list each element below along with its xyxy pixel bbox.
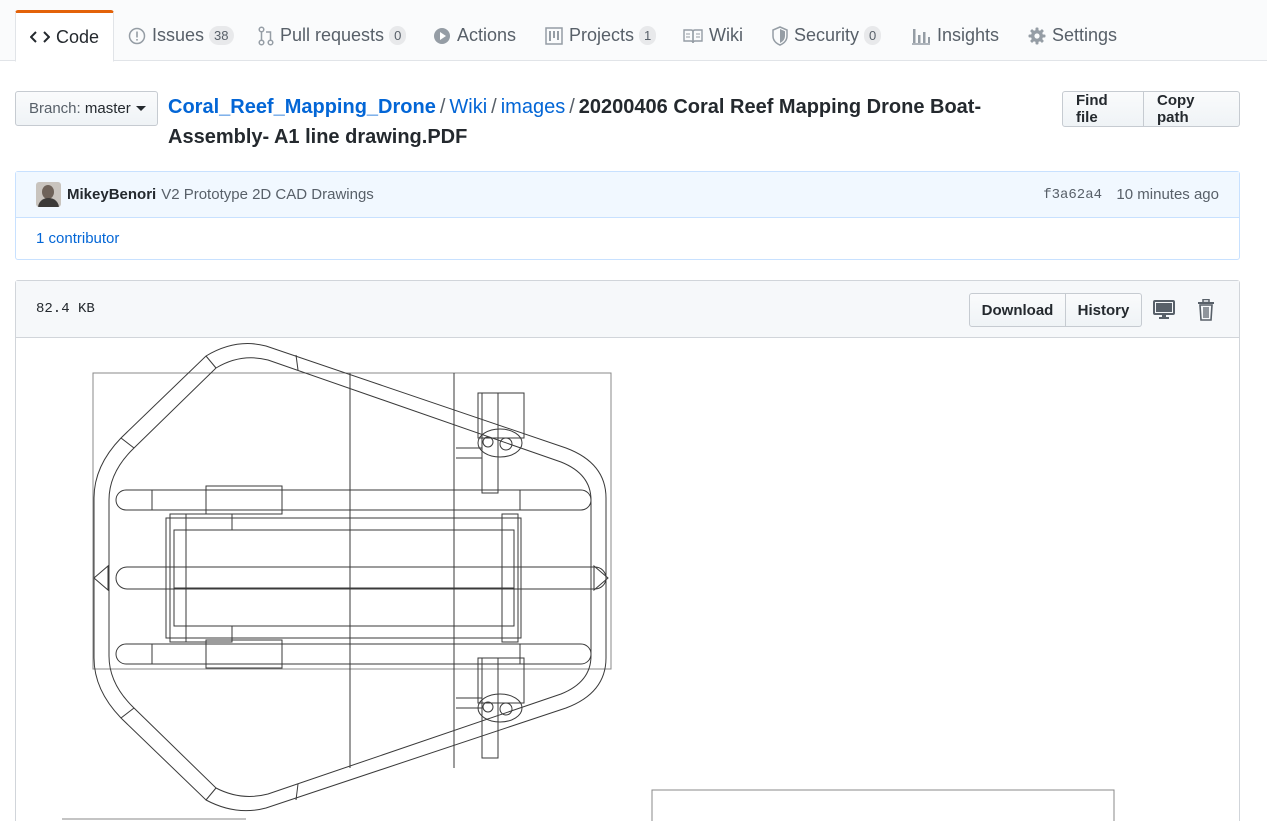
tab-security[interactable]: Security 0 — [758, 10, 895, 61]
branch-prefix: Branch: — [29, 100, 81, 117]
tab-actions[interactable]: Actions — [419, 10, 530, 61]
graph-icon — [911, 27, 931, 45]
tab-settings[interactable]: Settings — [1014, 10, 1131, 61]
file-actions: Download History — [969, 293, 1142, 327]
pulls-counter: 0 — [389, 26, 407, 45]
cad-drawing-preview — [16, 338, 1239, 821]
project-icon — [545, 26, 563, 45]
tab-insights[interactable]: Insights — [897, 10, 1013, 61]
play-icon — [433, 27, 451, 45]
tab-label: Security — [794, 25, 860, 45]
code-icon — [30, 29, 50, 45]
cad-drawing — [62, 343, 1115, 821]
projects-counter: 1 — [639, 26, 657, 45]
branch-selector-button[interactable]: Branch: master — [15, 91, 158, 126]
pull-request-icon — [258, 25, 274, 46]
commit-time: 10 minutes ago — [1116, 186, 1219, 203]
commit-sha-link[interactable]: f3a62a4 — [1043, 187, 1102, 203]
tab-label: Settings — [1052, 25, 1118, 45]
gear-icon — [1028, 27, 1046, 45]
contributors-link[interactable]: 1 contributor — [36, 230, 119, 247]
tab-wiki[interactable]: Wiki — [669, 10, 757, 61]
tab-projects[interactable]: Projects 1 — [531, 10, 670, 61]
breadcrumb-separator: / — [569, 96, 575, 118]
tab-label: Projects — [569, 25, 635, 45]
commit-message-link[interactable]: V2 Prototype 2D CAD Drawings — [161, 186, 374, 203]
history-button[interactable]: History — [1066, 293, 1142, 327]
tab-label: Issues — [152, 25, 205, 45]
trashcan-icon[interactable] — [1194, 298, 1218, 322]
caret-down-icon — [135, 106, 146, 111]
tab-code[interactable]: Code — [15, 10, 115, 62]
breadcrumb: Coral_Reef_Mapping_Drone / Wiki / images/202… — [168, 92, 1018, 152]
branch-name: master — [84, 100, 131, 117]
issues-counter: 38 — [209, 26, 234, 45]
file-header: 82.4 KB Download History — [16, 281, 1239, 338]
repo-tabnav: Code Issues 38 Pull requests 0 Actions P… — [0, 0, 1267, 62]
copy-path-button[interactable]: Copy path — [1144, 91, 1240, 127]
desktop-icon[interactable] — [1152, 298, 1176, 322]
tab-pull-requests[interactable]: Pull requests 0 — [244, 10, 420, 61]
file-navigation-actions: Find file Copy path — [1062, 91, 1240, 127]
breadcrumb-separator: / — [439, 96, 446, 118]
tab-label: Pull requests — [280, 25, 385, 45]
commit-tease: MikeyBenori V2 Prototype 2D CAD Drawings… — [16, 172, 1239, 218]
commit-author-link[interactable]: MikeyBenori — [67, 186, 156, 203]
avatar[interactable] — [36, 182, 61, 207]
security-counter: 0 — [864, 26, 882, 45]
tab-label: Insights — [937, 25, 1000, 45]
find-file-button[interactable]: Find file — [1062, 91, 1144, 127]
issue-icon — [128, 27, 146, 45]
tab-label: Code — [56, 26, 100, 47]
tab-issues[interactable]: Issues 38 — [114, 10, 248, 61]
download-button[interactable]: Download — [969, 293, 1066, 327]
breadcrumb-repo-link[interactable]: Coral_Reef_Mapping_Drone — [168, 96, 436, 118]
commit-info-box: MikeyBenori V2 Prototype 2D CAD Drawings… — [15, 171, 1240, 260]
tab-label: Actions — [457, 25, 517, 45]
file-size: 82.4 KB — [36, 301, 95, 317]
file-viewer: 82.4 KB Download History — [15, 280, 1240, 821]
shield-icon — [772, 25, 788, 46]
book-icon — [683, 28, 703, 44]
breadcrumb-wiki-link[interactable]: Wiki — [449, 96, 487, 118]
breadcrumb-separator: / — [491, 96, 497, 118]
tab-label: Wiki — [709, 25, 743, 45]
breadcrumb-images-link[interactable]: images — [501, 96, 565, 118]
